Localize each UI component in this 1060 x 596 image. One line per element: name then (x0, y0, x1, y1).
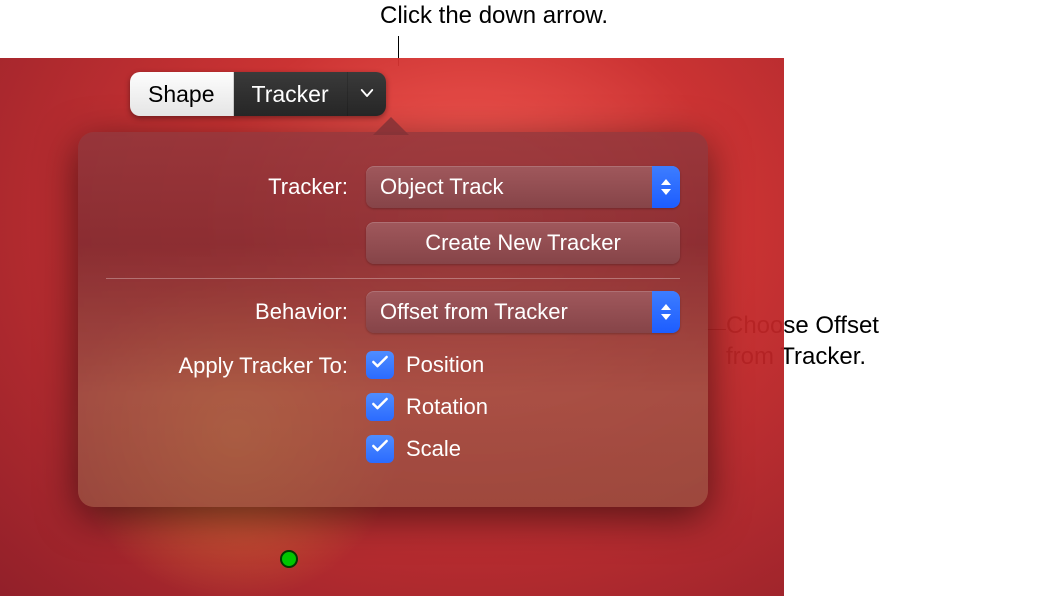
tracker-marker[interactable] (280, 550, 298, 568)
dropdown-stepper-icon (652, 166, 680, 208)
create-new-tracker-button[interactable]: Create New Tracker (366, 222, 680, 264)
chevron-down-icon (358, 81, 376, 108)
rotation-checkbox-label: Rotation (406, 394, 488, 420)
position-checkbox[interactable] (366, 351, 394, 379)
apply-tracker-to-label: Apply Tracker To: (106, 351, 366, 379)
rotation-checkbox[interactable] (366, 393, 394, 421)
tracker-row: Tracker: Object Track (106, 166, 680, 208)
position-checkbox-row: Position (366, 351, 488, 379)
popover-arrow (373, 117, 409, 135)
shape-tab[interactable]: Shape (130, 72, 234, 116)
scale-checkbox[interactable] (366, 435, 394, 463)
tracker-label: Tracker: (106, 174, 366, 200)
behavior-dropdown-value: Offset from Tracker (380, 299, 568, 325)
checkmark-icon (370, 394, 390, 420)
checkmark-icon (370, 352, 390, 378)
behavior-label: Behavior: (106, 299, 366, 325)
tracker-tab[interactable]: Tracker (234, 72, 348, 116)
tracker-dropdown-value: Object Track (380, 174, 503, 200)
position-checkbox-label: Position (406, 352, 484, 378)
tracker-popover: Tracker: Object Track Create New Tracker… (78, 132, 708, 507)
dropdown-stepper-icon (652, 291, 680, 333)
apply-tracker-to-row: Apply Tracker To: Position Rotation Scal… (106, 351, 680, 463)
checkmark-icon (370, 436, 390, 462)
callout-top: Click the down arrow. (380, 2, 608, 30)
scale-checkbox-label: Scale (406, 436, 461, 462)
scale-checkbox-row: Scale (366, 435, 488, 463)
onscreen-toolbar: Shape Tracker (130, 72, 386, 116)
create-tracker-row: Create New Tracker (106, 222, 680, 264)
apply-tracker-checkboxes: Position Rotation Scale (366, 351, 488, 463)
popover-disclosure-button[interactable] (348, 72, 386, 116)
popover-divider (106, 278, 680, 279)
behavior-dropdown[interactable]: Offset from Tracker (366, 291, 680, 333)
tracker-dropdown[interactable]: Object Track (366, 166, 680, 208)
behavior-row: Behavior: Offset from Tracker (106, 291, 680, 333)
rotation-checkbox-row: Rotation (366, 393, 488, 421)
